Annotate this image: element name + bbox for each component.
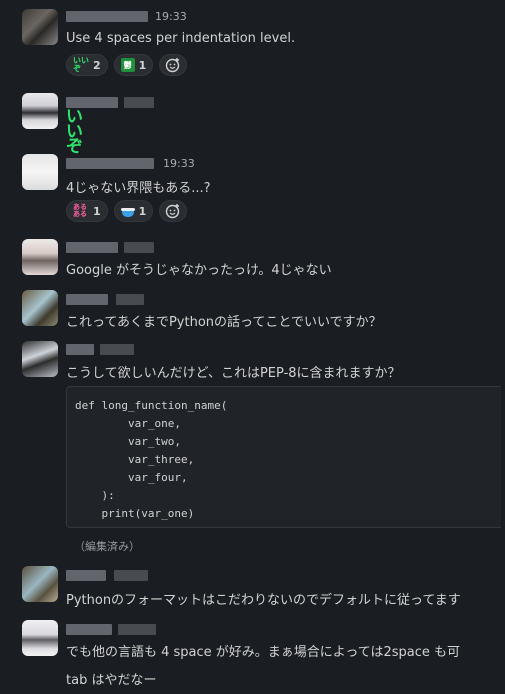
avatar[interactable] (22, 154, 58, 190)
add-emoji-icon (166, 58, 180, 73)
iiz-icon: いいぞ (73, 56, 89, 73)
avatar[interactable] (22, 239, 58, 275)
message-text: Google がそうじゃなかったっけ。4じゃない (66, 263, 332, 278)
cup-icon (120, 205, 135, 218)
reaction-count: 1 (138, 204, 147, 218)
username-extra (116, 294, 144, 305)
username-extra (114, 570, 148, 581)
timestamp[interactable]: 19:33 (155, 10, 187, 23)
code-text: def long_function_name( var_one, var_two… (75, 399, 228, 520)
avatar[interactable] (22, 93, 58, 129)
scrollbar[interactable] (501, 0, 505, 694)
reaction-count: 1 (138, 58, 147, 72)
message-text: tab はやだなー (66, 673, 157, 688)
avatar[interactable] (22, 290, 58, 326)
username[interactable] (66, 344, 94, 355)
green-emoji-icon: 鬱 (120, 58, 135, 72)
add-reaction-button[interactable] (159, 54, 188, 76)
reaction-bar: いいぞ 2 鬱 1 (66, 54, 188, 76)
username[interactable] (66, 242, 118, 253)
message-text: Pythonのフォーマットはこだわりないのでデフォルトに従ってます (66, 593, 461, 608)
aruaru-icon: あるある (73, 203, 87, 218)
message-text: Use 4 spaces per indentation level. (66, 31, 296, 46)
username[interactable] (66, 294, 108, 305)
avatar[interactable] (22, 341, 58, 377)
add-emoji-icon (166, 204, 180, 219)
add-reaction-button[interactable] (159, 200, 188, 222)
reaction-bar: あるある 1 1 (66, 200, 188, 222)
reaction-count: 1 (93, 204, 101, 218)
reaction-aruaru[interactable]: あるある 1 (66, 200, 108, 222)
reaction-iiz[interactable]: いいぞ 2 (66, 54, 108, 76)
message-text: 4じゃない界隈もある...? (66, 181, 211, 196)
avatar[interactable] (22, 620, 58, 656)
code-block[interactable]: def long_function_name( var_one, var_two… (66, 386, 505, 528)
username-extra (124, 242, 154, 253)
message-text: こうして欲しいんだけど、これはPEP-8に含まれますか？ (66, 366, 401, 381)
iiz-large-emoji: いいぞ (66, 107, 84, 157)
username[interactable] (66, 158, 154, 169)
avatar[interactable] (22, 566, 58, 602)
message-text: これってあくまでPythonの話ってことでいいですか？ (66, 315, 382, 330)
reaction-green[interactable]: 鬱 1 (113, 54, 154, 76)
username-extra (118, 624, 156, 635)
message-text: でも他の言語も 4 space が好み。まぁ場合によっては2space も可 (66, 645, 461, 660)
username-extra (100, 344, 134, 355)
edited-label: （編集済み） (74, 540, 140, 553)
reaction-cup[interactable]: 1 (113, 200, 154, 222)
timestamp[interactable]: 19:33 (163, 157, 195, 170)
username[interactable] (66, 570, 106, 581)
username-extra (124, 97, 154, 108)
username[interactable] (66, 11, 148, 22)
reaction-count: 2 (93, 58, 101, 72)
code-wrapper: def long_function_name( var_one, var_two… (0, 386, 505, 532)
avatar[interactable] (22, 9, 58, 45)
username[interactable] (66, 624, 112, 635)
